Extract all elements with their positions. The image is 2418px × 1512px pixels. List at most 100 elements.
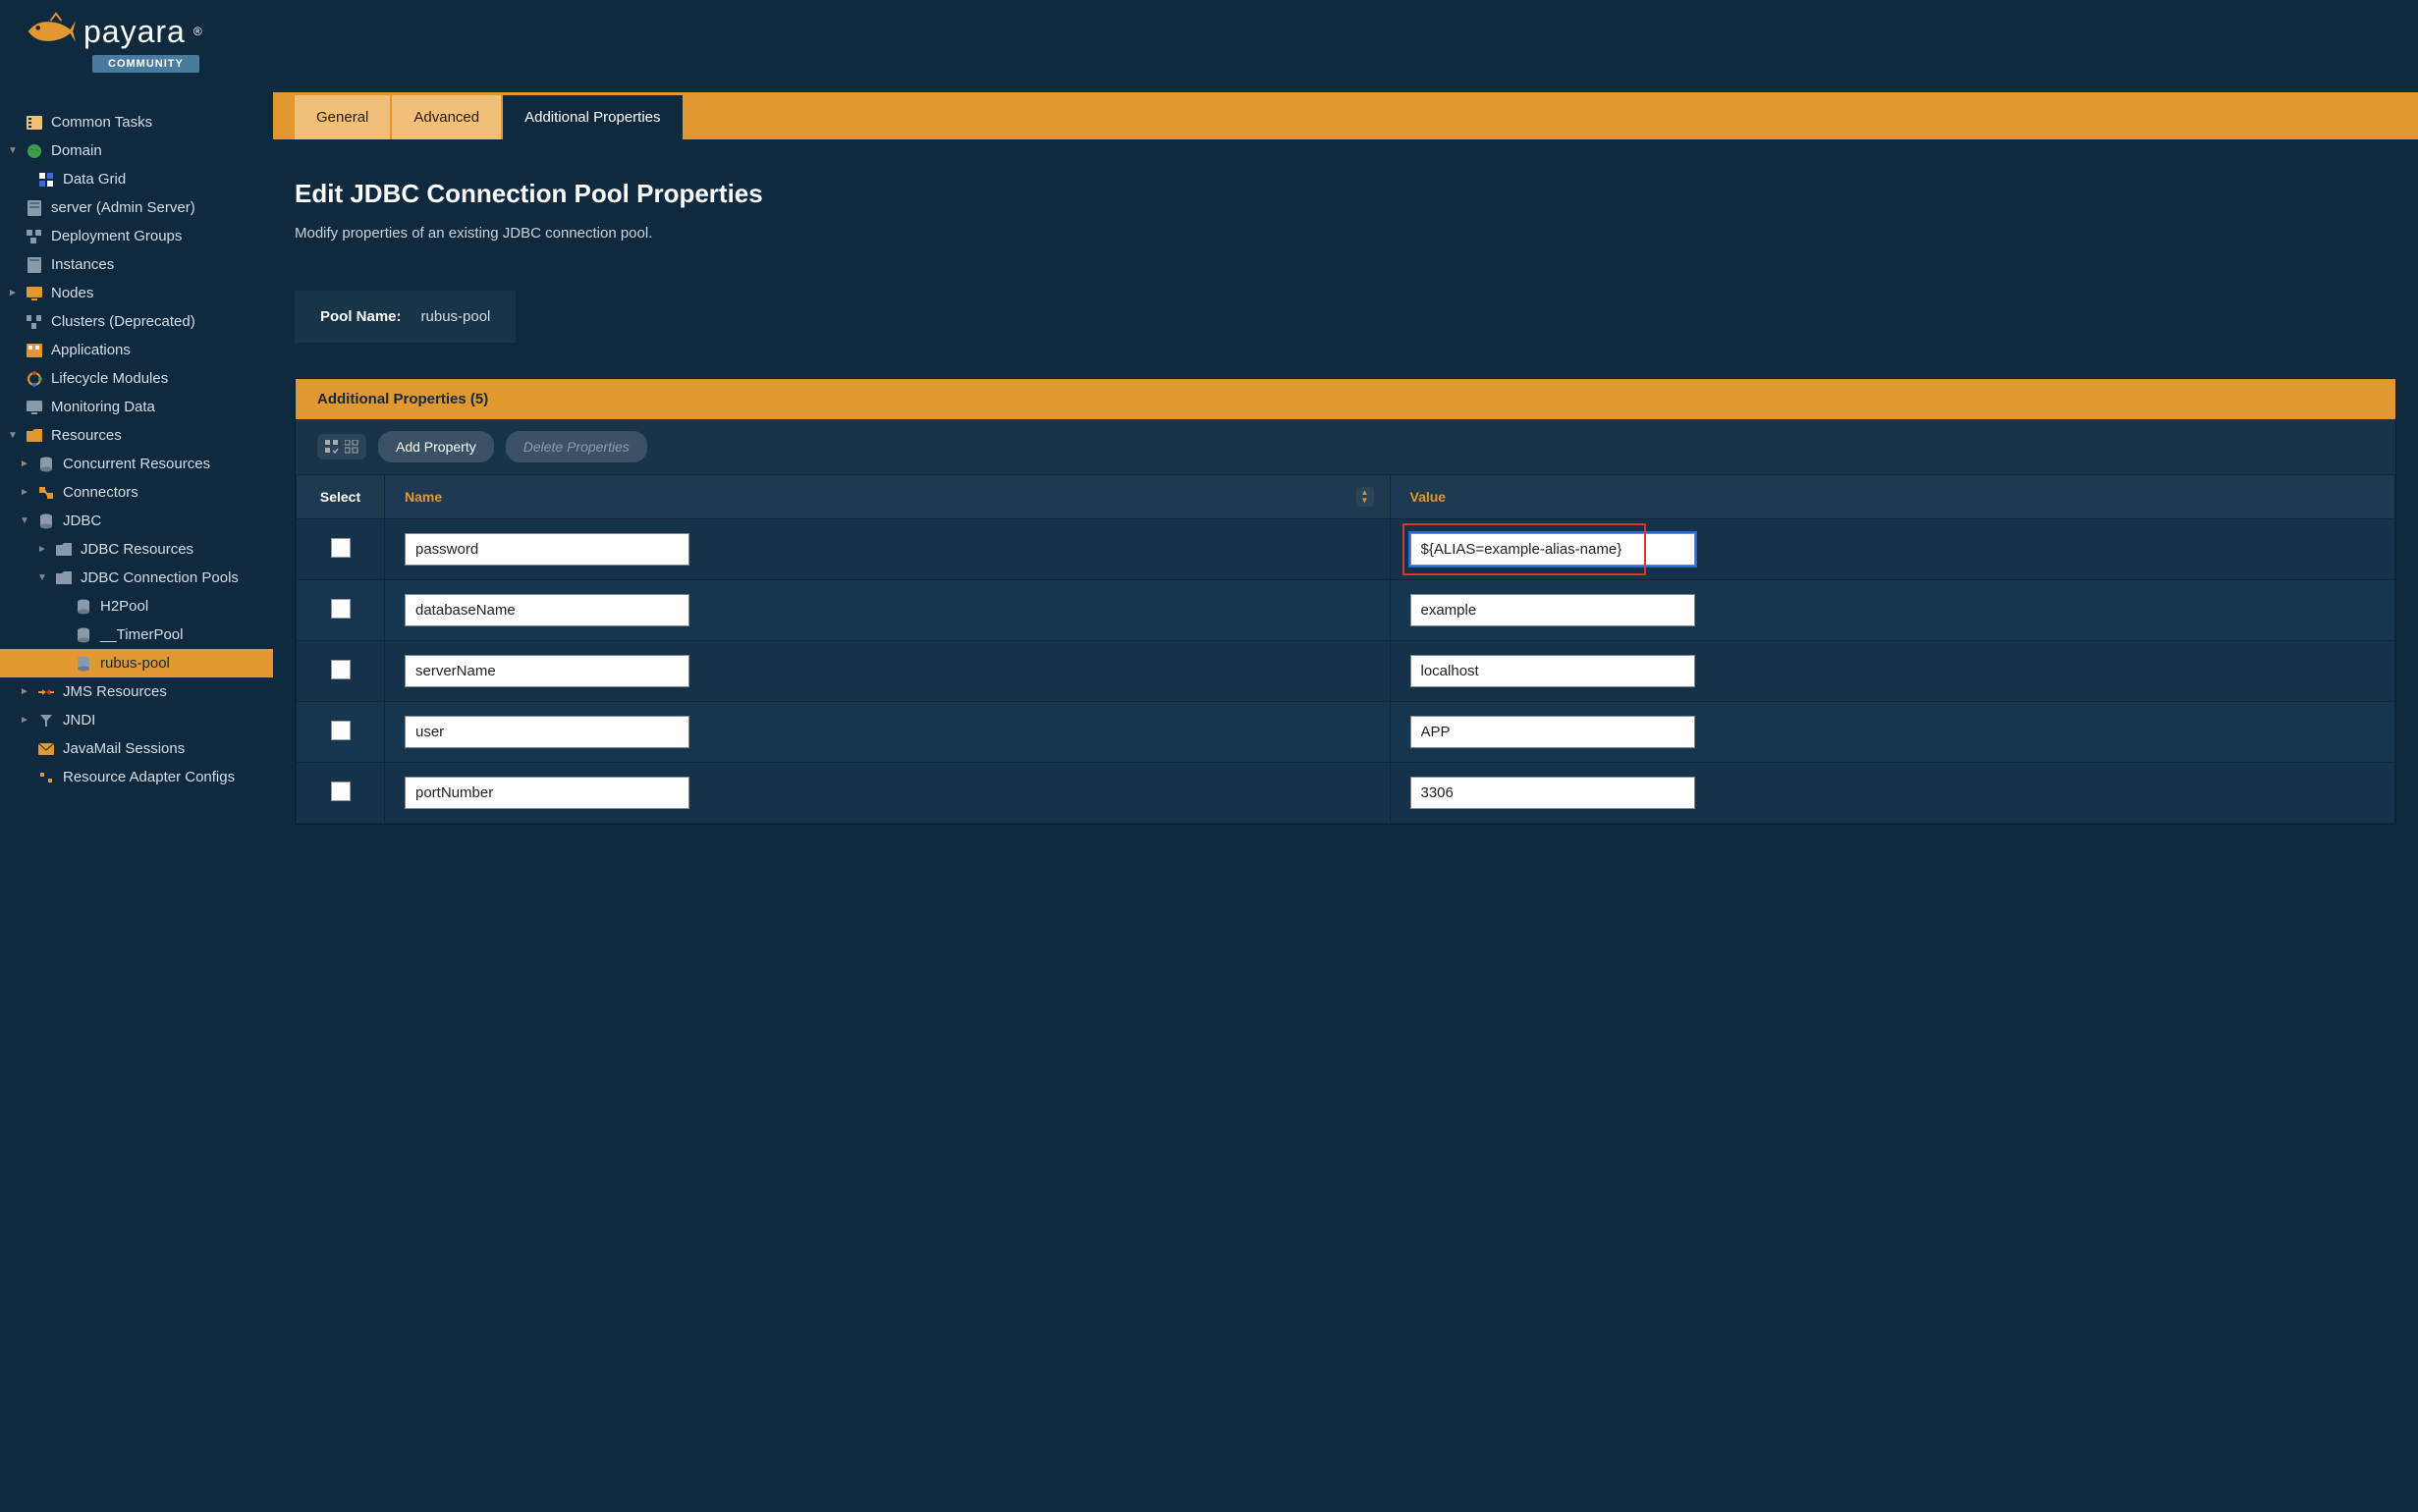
tab-general[interactable]: General: [295, 95, 390, 139]
lifecycle-icon: [26, 371, 43, 387]
column-header-select: Select: [297, 475, 385, 519]
pool-name-label: Pool Name:: [320, 308, 402, 325]
tree-collapse-icon[interactable]: ▼: [8, 430, 18, 441]
pool-name-box: Pool Name: rubus-pool: [295, 291, 516, 343]
sort-icon[interactable]: ▲▼: [1356, 487, 1374, 507]
sidebar-item-label: Clusters (Deprecated): [51, 313, 195, 330]
page-title: Edit JDBC Connection Pool Properties: [295, 179, 2396, 209]
sidebar-item-monitoring[interactable]: ► Monitoring Data: [0, 393, 273, 421]
sidebar-item-resources[interactable]: ▼ Resources: [0, 421, 273, 450]
tree-expand-icon[interactable]: ►: [20, 686, 29, 697]
table-row: [297, 763, 2395, 824]
sidebar-item-label: Common Tasks: [51, 114, 152, 131]
property-name-input[interactable]: [405, 594, 689, 626]
column-header-name[interactable]: Name ▲▼: [385, 475, 1391, 519]
sidebar-item-concurrent[interactable]: ► Concurrent Resources: [0, 450, 273, 478]
add-property-button[interactable]: Add Property: [378, 431, 494, 462]
sidebar-item-timerpool[interactable]: ► __TimerPool: [0, 621, 273, 649]
sidebar-item-connectors[interactable]: ► Connectors: [0, 478, 273, 507]
row-checkbox[interactable]: [331, 782, 351, 801]
sidebar-item-label: Nodes: [51, 285, 93, 301]
tree-expand-icon[interactable]: ►: [37, 544, 47, 555]
tree-expand-icon[interactable]: ►: [20, 459, 29, 469]
property-name-input[interactable]: [405, 533, 689, 566]
sidebar-item-instances[interactable]: ► Instances: [0, 250, 273, 279]
tabs-bar: General Advanced Additional Properties: [273, 92, 2418, 139]
database-icon: [75, 599, 92, 615]
sidebar-item-label: Resources: [51, 427, 122, 444]
tree-expand-icon[interactable]: ►: [8, 288, 18, 298]
column-header-value[interactable]: Value: [1390, 475, 2395, 519]
sidebar-item-jdbc[interactable]: ▼ JDBC: [0, 507, 273, 535]
apps-icon: [26, 343, 43, 358]
sidebar-item-common-tasks[interactable]: ► Common Tasks: [0, 108, 273, 136]
sidebar-item-deployment-groups[interactable]: ► Deployment Groups: [0, 222, 273, 250]
sidebar-item-jms[interactable]: ► JMS Resources: [0, 677, 273, 706]
select-all-icon[interactable]: [325, 440, 339, 454]
cluster-icon: [26, 314, 43, 330]
property-value-input[interactable]: [1410, 655, 1695, 687]
tree-expand-icon[interactable]: ►: [20, 487, 29, 498]
sidebar-item-rubus-pool[interactable]: ► rubus-pool: [0, 649, 273, 677]
sidebar-item-label: Monitoring Data: [51, 399, 155, 415]
server-icon: [26, 257, 43, 273]
sidebar-item-jndi[interactable]: ► JNDI: [0, 706, 273, 734]
property-name-input[interactable]: [405, 777, 689, 809]
property-name-input[interactable]: [405, 655, 689, 687]
property-value-input[interactable]: [1410, 716, 1695, 748]
globe-icon: [26, 143, 43, 159]
row-checkbox[interactable]: [331, 538, 351, 558]
tree-collapse-icon[interactable]: ▼: [37, 572, 47, 583]
registered-mark: ®: [193, 25, 202, 38]
tree-collapse-icon[interactable]: ▼: [20, 515, 29, 526]
fish-icon: [24, 12, 78, 51]
sidebar-item-nodes[interactable]: ► Nodes: [0, 279, 273, 307]
sidebar-item-jdbc-resources[interactable]: ► JDBC Resources: [0, 535, 273, 564]
sidebar-item-server[interactable]: ► server (Admin Server): [0, 193, 273, 222]
sidebar-item-applications[interactable]: ► Applications: [0, 336, 273, 364]
grid-icon: [37, 172, 55, 188]
sidebar-item-label: __TimerPool: [100, 626, 183, 643]
sidebar-item-javamail[interactable]: ► JavaMail Sessions: [0, 734, 273, 763]
table-row: [297, 641, 2395, 702]
sidebar-item-clusters[interactable]: ► Clusters (Deprecated): [0, 307, 273, 336]
tree-expand-icon[interactable]: ►: [20, 715, 29, 726]
sidebar-item-jdbc-pools[interactable]: ▼ JDBC Connection Pools: [0, 564, 273, 592]
sidebar-item-label: Data Grid: [63, 171, 126, 188]
group-icon: [26, 229, 43, 244]
tree-collapse-icon[interactable]: ▼: [8, 145, 18, 156]
row-checkbox[interactable]: [331, 599, 351, 619]
sidebar-item-label: Resource Adapter Configs: [63, 769, 235, 785]
row-checkbox[interactable]: [331, 721, 351, 740]
property-name-input[interactable]: [405, 716, 689, 748]
sidebar-item-label: Instances: [51, 256, 114, 273]
sidebar-item-label: JavaMail Sessions: [63, 740, 185, 757]
sidebar-item-h2pool[interactable]: ► H2Pool: [0, 592, 273, 621]
select-tools[interactable]: [317, 434, 366, 459]
property-value-input[interactable]: [1410, 777, 1695, 809]
database-icon: [75, 627, 92, 643]
properties-table: Select Name ▲▼ Value: [296, 474, 2395, 824]
sidebar-item-label: JMS Resources: [63, 683, 167, 700]
property-value-input[interactable]: [1410, 594, 1695, 626]
row-checkbox[interactable]: [331, 660, 351, 679]
community-badge: COMMUNITY: [92, 55, 199, 73]
sidebar-item-label: Concurrent Resources: [63, 456, 210, 472]
connector-icon: [37, 485, 55, 501]
sidebar-item-lifecycle[interactable]: ► Lifecycle Modules: [0, 364, 273, 393]
sidebar-item-data-grid[interactable]: ► Data Grid: [0, 165, 273, 193]
tab-advanced[interactable]: Advanced: [392, 95, 501, 139]
delete-properties-button[interactable]: Delete Properties: [506, 431, 647, 462]
sidebar-item-resource-adapter[interactable]: ► Resource Adapter Configs: [0, 763, 273, 791]
table-row: [297, 519, 2395, 580]
deselect-all-icon[interactable]: [345, 440, 358, 454]
database-icon: [75, 656, 92, 672]
filter-icon: [37, 713, 55, 729]
table-row: [297, 702, 2395, 763]
sidebar-item-label: Domain: [51, 142, 102, 159]
property-value-input[interactable]: [1410, 533, 1695, 566]
sidebar-item-label: Connectors: [63, 484, 138, 501]
sidebar-item-domain[interactable]: ▼ Domain: [0, 136, 273, 165]
pool-name-value: rubus-pool: [421, 308, 491, 325]
tab-additional-properties[interactable]: Additional Properties: [503, 95, 682, 139]
